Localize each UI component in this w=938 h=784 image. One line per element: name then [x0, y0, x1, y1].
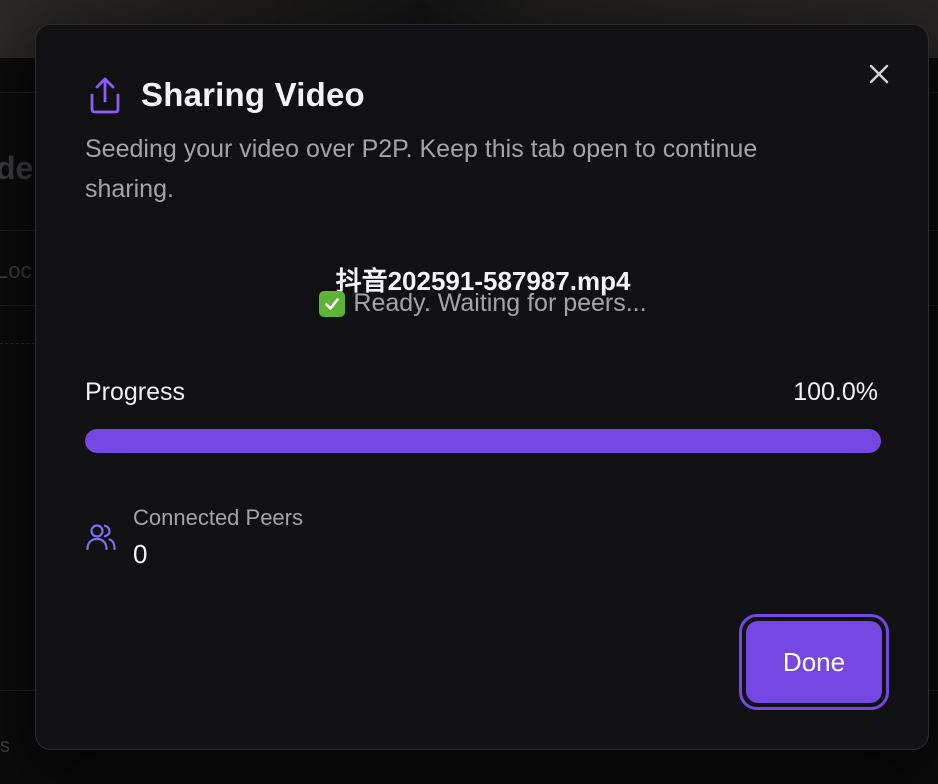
connected-peers-label: Connected Peers [133, 505, 303, 530]
sharing-dialog: Sharing Video Seeding your video over P2… [35, 24, 929, 750]
status-text: Ready. Waiting for peers... [353, 289, 647, 317]
background-dashed-line [0, 343, 40, 344]
connected-peers-count: 0 [133, 539, 148, 569]
progress-bar-fill [85, 429, 881, 453]
share-upload-icon [87, 75, 123, 115]
check-mark-button-icon [319, 290, 346, 317]
dialog-description: Seeding your video over P2P. Keep this t… [85, 135, 758, 203]
users-icon [86, 524, 116, 551]
close-button[interactable] [864, 59, 894, 89]
background-heading: de [0, 150, 34, 186]
done-button-focus-ring: Done [739, 614, 889, 710]
dialog-title: Sharing Video [141, 76, 365, 113]
close-icon [869, 64, 889, 84]
progress-percentage: 100.0% [793, 378, 878, 406]
seeding-status: Ready. Waiting for peers... [36, 289, 930, 318]
done-button[interactable]: Done [746, 621, 882, 703]
dialog-header: Sharing Video [87, 73, 365, 117]
background-label: Loc [0, 258, 32, 283]
progress-bar [85, 429, 881, 453]
background-footer-text: s [0, 735, 10, 757]
progress-label: Progress [85, 378, 186, 406]
